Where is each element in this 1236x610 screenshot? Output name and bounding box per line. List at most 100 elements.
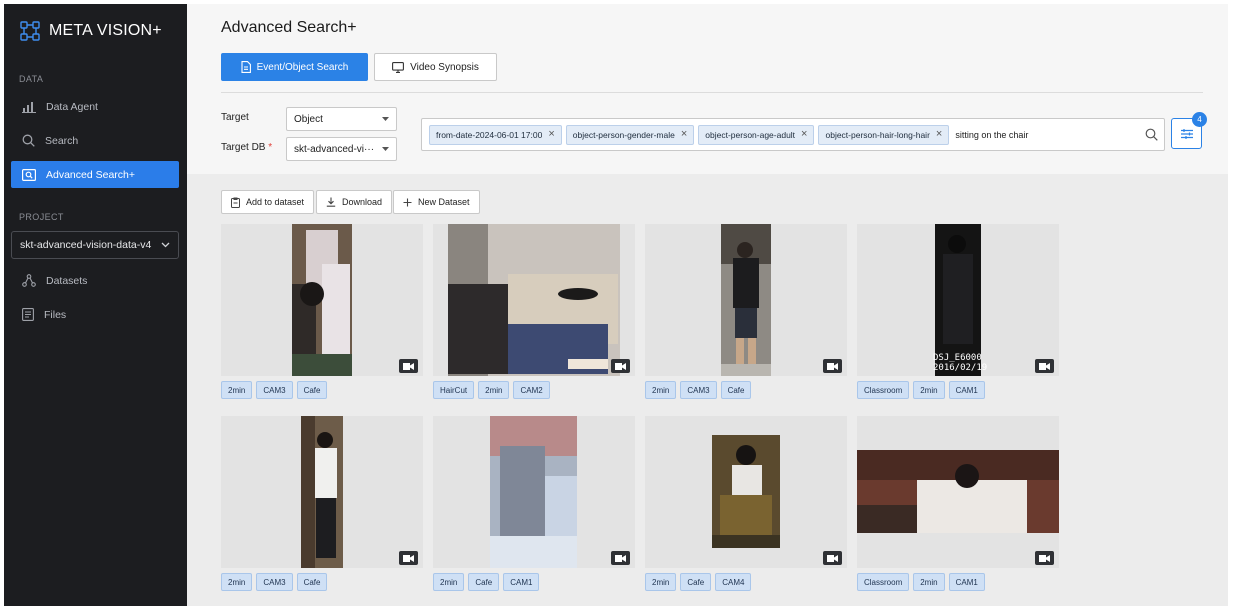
- app-logo[interactable]: META VISION+: [20, 21, 162, 41]
- result-card[interactable]: 2min CAM3 Cafe: [645, 224, 847, 399]
- video-camera-icon: [823, 551, 842, 565]
- tag-list: 2min Cafe CAM4: [645, 573, 847, 591]
- logo-icon: [20, 21, 40, 41]
- search-chip[interactable]: object-person-age-adult ×: [698, 124, 815, 145]
- result-card[interactable]: HairCut 2min CAM2: [433, 224, 635, 399]
- button-label: Add to dataset: [246, 197, 305, 207]
- person-thumbnail-image: [301, 416, 343, 568]
- result-card[interactable]: 2min CAM3 Cafe: [221, 224, 423, 399]
- sidebar-item-search[interactable]: Search: [11, 127, 179, 154]
- target-db-label-text: Target DB: [221, 142, 266, 153]
- section-label-data: DATA: [19, 74, 44, 84]
- tag[interactable]: Classroom: [857, 573, 910, 591]
- tag[interactable]: CAM4: [715, 573, 752, 591]
- filter-button[interactable]: 4: [1171, 112, 1207, 149]
- tag-list: 2min CAM3 Cafe: [221, 381, 423, 399]
- tag[interactable]: 2min: [913, 381, 945, 399]
- sidebar-item-label: Advanced Search+: [46, 168, 136, 181]
- sidebar-item-datasets[interactable]: Datasets: [11, 267, 179, 294]
- tag-list: Classroom 2min CAM1: [857, 573, 1059, 591]
- tag[interactable]: Cafe: [296, 573, 328, 591]
- sidebar-item-advanced-search[interactable]: Advanced Search+: [11, 161, 179, 188]
- search-input[interactable]: from-date-2024-06-01 17:00 × object-pers…: [421, 118, 1165, 151]
- tab-video-synopsis[interactable]: Video Synopsis: [374, 53, 497, 81]
- tab-label: Video Synopsis: [410, 61, 479, 73]
- page-title: Advanced Search+: [221, 19, 357, 36]
- search-chip[interactable]: from-date-2024-06-01 17:00 ×: [429, 124, 562, 145]
- video-camera-icon: [611, 551, 630, 565]
- result-card[interactable]: DSJ_E6000 2016/02/19 Classroom 2min CAM1: [857, 224, 1059, 399]
- target-select-value: Object: [294, 113, 323, 125]
- person-thumbnail-image: [490, 416, 577, 568]
- result-thumbnail[interactable]: [645, 224, 847, 376]
- tag[interactable]: 2min: [433, 573, 465, 591]
- section-label-project: PROJECT: [19, 212, 64, 222]
- tag[interactable]: Cafe: [680, 573, 712, 591]
- tag-list: 2min CAM3 Cafe: [221, 573, 423, 591]
- result-thumbnail[interactable]: DSJ_E6000 2016/02/19: [857, 224, 1059, 376]
- tag[interactable]: CAM2: [513, 381, 550, 399]
- result-card[interactable]: Classroom 2min CAM1: [857, 416, 1059, 591]
- sidebar-item-label: Search: [45, 134, 79, 147]
- result-thumbnail[interactable]: [857, 416, 1059, 568]
- sidebar-item-data-agent[interactable]: Data Agent: [11, 93, 179, 120]
- tag[interactable]: CAM3: [680, 381, 717, 399]
- tag[interactable]: CAM3: [256, 573, 293, 591]
- chip-label: object-person-hair-long-hair: [825, 129, 930, 140]
- tag[interactable]: CAM1: [948, 573, 985, 591]
- result-card[interactable]: 2min Cafe CAM4: [645, 416, 847, 591]
- tag[interactable]: 2min: [913, 573, 945, 591]
- plus-icon: [403, 198, 412, 206]
- tag[interactable]: Cafe: [468, 573, 500, 591]
- search-chip[interactable]: object-person-gender-male ×: [565, 124, 695, 145]
- tab-label: Event/Object Search: [256, 61, 349, 73]
- close-icon[interactable]: ×: [681, 129, 687, 140]
- close-icon[interactable]: ×: [801, 129, 807, 140]
- search-icon: [22, 134, 35, 147]
- tag[interactable]: 2min: [645, 573, 677, 591]
- download-button[interactable]: Download: [316, 190, 393, 214]
- search-icon[interactable]: [1145, 128, 1158, 141]
- result-card[interactable]: 2min Cafe CAM1: [433, 416, 635, 591]
- tag[interactable]: Classroom: [857, 381, 910, 399]
- chip-label: object-person-age-adult: [705, 129, 796, 140]
- result-thumbnail[interactable]: [433, 416, 635, 568]
- video-timestamp-overlay: DSJ_E6000 2016/02/19: [933, 353, 988, 373]
- new-dataset-button[interactable]: New Dataset: [393, 190, 480, 214]
- chevron-down-icon: [161, 242, 170, 248]
- result-thumbnail[interactable]: [221, 416, 423, 568]
- tag[interactable]: HairCut: [433, 381, 475, 399]
- tab-event-object-search[interactable]: Event/Object Search: [221, 53, 368, 81]
- bar-chart-icon: [22, 101, 36, 113]
- add-to-dataset-button[interactable]: Add to dataset: [221, 190, 315, 214]
- result-card[interactable]: 2min CAM3 Cafe: [221, 416, 423, 591]
- project-select-value: skt-advanced-vision-data-v4: [20, 239, 152, 251]
- result-thumbnail[interactable]: [433, 224, 635, 376]
- tag[interactable]: CAM1: [503, 573, 540, 591]
- search-panel: Advanced Search+ Event/Object Search Vid…: [187, 4, 1228, 174]
- result-thumbnail[interactable]: [221, 224, 423, 376]
- search-chip[interactable]: object-person-hair-long-hair ×: [818, 124, 950, 145]
- tag[interactable]: 2min: [645, 381, 677, 399]
- divider: [221, 92, 1203, 93]
- close-icon[interactable]: ×: [936, 129, 942, 140]
- tag[interactable]: 2min: [221, 381, 253, 399]
- result-thumbnail[interactable]: [645, 416, 847, 568]
- tag[interactable]: CAM3: [256, 381, 293, 399]
- search-query-text[interactable]: sitting on the chair: [955, 130, 1141, 140]
- sidebar-item-files[interactable]: Files: [11, 301, 179, 328]
- project-select[interactable]: skt-advanced-vision-data-v4: [11, 231, 179, 259]
- tag[interactable]: Cafe: [720, 381, 752, 399]
- target-select[interactable]: Object: [286, 107, 397, 131]
- tag[interactable]: 2min: [221, 573, 253, 591]
- tag[interactable]: 2min: [478, 381, 510, 399]
- close-icon[interactable]: ×: [548, 129, 554, 140]
- app-name: META VISION+: [49, 22, 162, 39]
- target-db-select[interactable]: skt-advanced-vi···: [286, 137, 397, 161]
- tag[interactable]: Cafe: [296, 381, 328, 399]
- tag[interactable]: CAM1: [948, 381, 985, 399]
- sidebar-item-label: Datasets: [46, 274, 88, 287]
- target-db-label: Target DB *: [221, 142, 272, 153]
- person-thumbnail-image: [292, 224, 352, 376]
- tag-list: HairCut 2min CAM2: [433, 381, 635, 399]
